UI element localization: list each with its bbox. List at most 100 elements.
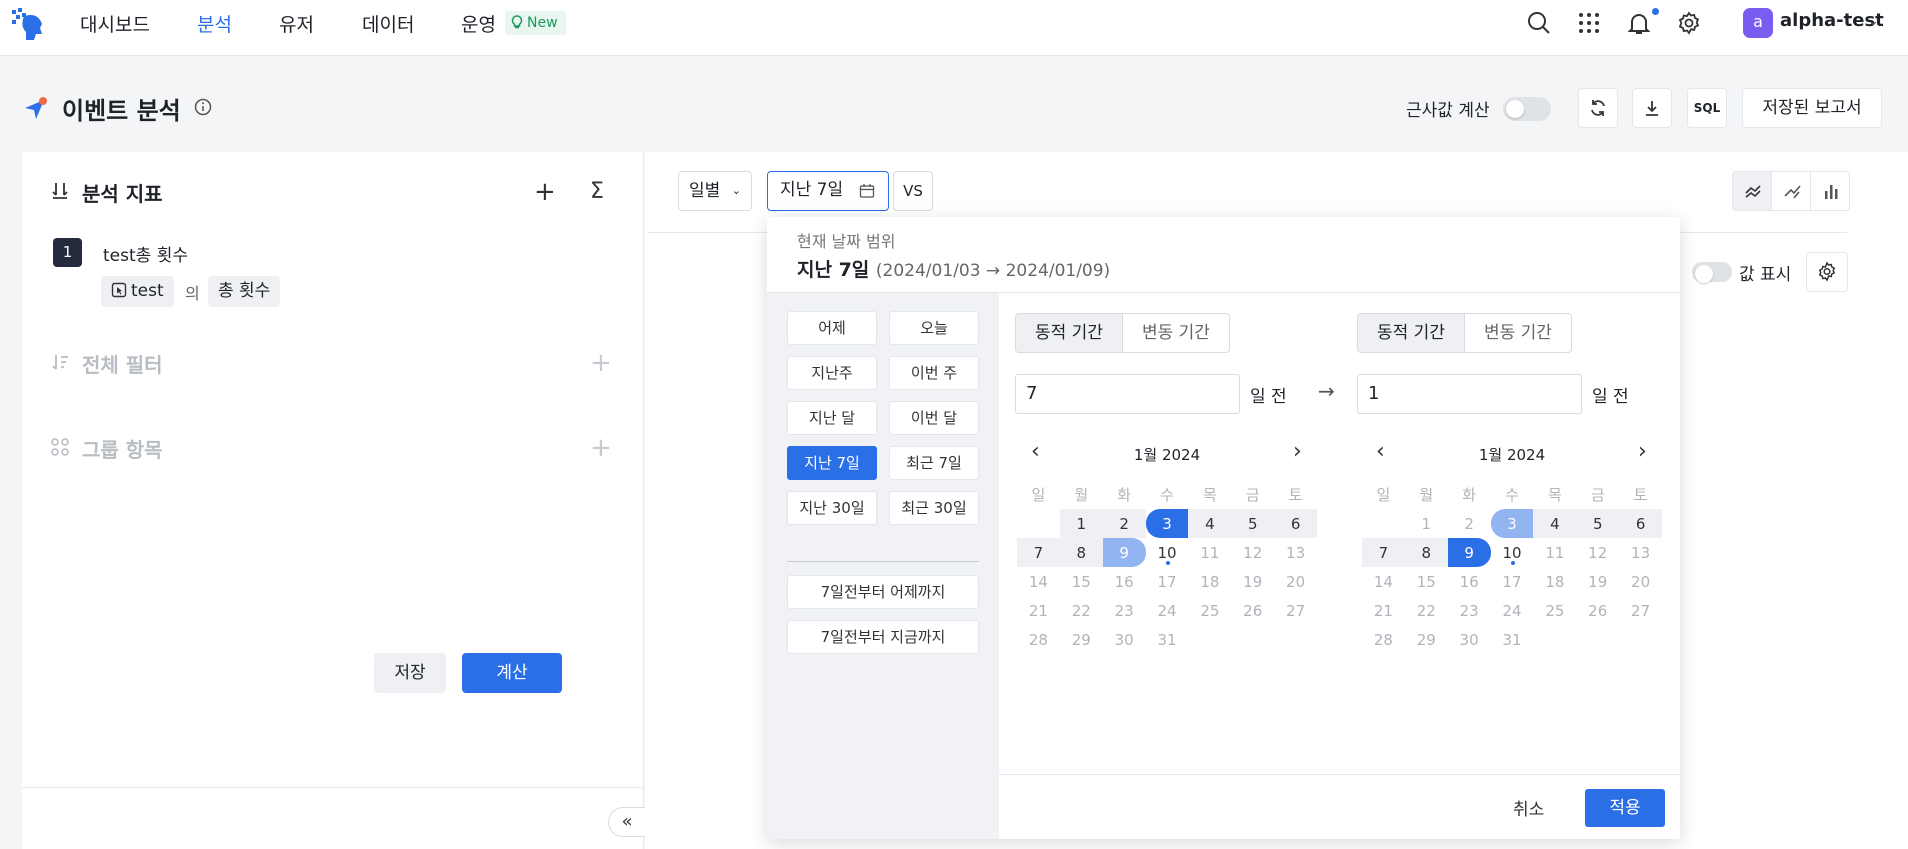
calendar-day[interactable]: 7 — [1362, 538, 1405, 567]
download-button[interactable] — [1632, 88, 1672, 128]
calendar-day[interactable]: 21 — [1362, 596, 1405, 625]
next-month-button[interactable]: › — [1638, 441, 1647, 463]
calendar-day[interactable]: 22 — [1405, 596, 1448, 625]
nav-item-analysis[interactable]: 분석 — [197, 10, 232, 37]
calendar-day[interactable]: 8 — [1059, 538, 1103, 567]
preset-7days-to-yesterday[interactable]: 7일전부터 어제까지 — [787, 575, 979, 609]
calendar-day[interactable]: 10 — [1146, 538, 1189, 567]
calendar-day[interactable]: 31 — [1491, 625, 1534, 654]
calendar-day[interactable]: 28 — [1362, 625, 1405, 654]
trend-chart-button[interactable] — [1771, 171, 1811, 211]
calendar-day[interactable]: 18 — [1533, 567, 1576, 596]
line-chart-button[interactable] — [1732, 171, 1772, 211]
preset-button[interactable]: 오늘 — [889, 311, 979, 345]
calendar-day[interactable]: 3 — [1490, 509, 1534, 538]
calendar-day[interactable]: 7 — [1017, 538, 1060, 567]
start-fixed-period-tab[interactable]: 변동 기간 — [1121, 314, 1229, 352]
cancel-button[interactable]: 취소 — [1513, 792, 1544, 828]
calendar-day[interactable]: 21 — [1017, 596, 1060, 625]
nav-item-dashboard[interactable]: 대시보드 — [80, 10, 150, 37]
calendar-day[interactable]: 15 — [1405, 567, 1448, 596]
calendar-day[interactable]: 11 — [1533, 538, 1576, 567]
chevron-down-icon[interactable]: ⌄ — [1868, 14, 1879, 29]
calendar-day[interactable]: 29 — [1060, 625, 1103, 654]
preset-button[interactable]: 지난 30일 — [787, 491, 877, 525]
start-days-input[interactable]: 7 — [1015, 374, 1240, 414]
calendar-day[interactable]: 3 — [1145, 509, 1189, 538]
calendar-day[interactable]: 26 — [1231, 596, 1274, 625]
calendar-day[interactable]: 1 — [1405, 509, 1448, 538]
calendar-day[interactable]: 20 — [1274, 567, 1317, 596]
calendar-day[interactable]: 13 — [1619, 538, 1662, 567]
calendar-day[interactable]: 13 — [1274, 538, 1317, 567]
saved-reports-button[interactable]: 저장된 보고서 — [1742, 88, 1882, 128]
event-chip[interactable]: test — [101, 276, 174, 307]
calendar-day[interactable]: 18 — [1188, 567, 1231, 596]
calendar-day[interactable]: 20 — [1619, 567, 1662, 596]
calendar-day[interactable]: 12 — [1576, 538, 1619, 567]
calendar-day[interactable]: 24 — [1146, 596, 1189, 625]
calendar-day[interactable]: 5 — [1576, 509, 1620, 538]
calendar-day[interactable]: 14 — [1362, 567, 1405, 596]
calendar-day[interactable]: 24 — [1491, 596, 1534, 625]
calendar-day[interactable]: 4 — [1188, 509, 1232, 538]
preset-button[interactable]: 최근 7일 — [889, 446, 979, 480]
preset-button[interactable]: 이번 달 — [889, 401, 979, 435]
calendar-day[interactable]: 16 — [1448, 567, 1491, 596]
apps-grid-icon[interactable] — [1576, 10, 1602, 36]
avatar[interactable]: a — [1743, 8, 1773, 38]
add-group-button[interactable]: + — [590, 435, 612, 461]
end-fixed-period-tab[interactable]: 변동 기간 — [1463, 314, 1571, 352]
calendar-day[interactable]: 17 — [1146, 567, 1189, 596]
calendar-day[interactable]: 2 — [1102, 509, 1146, 538]
calculate-button[interactable]: 계산 — [462, 653, 562, 693]
calendar-day[interactable]: 4 — [1533, 509, 1577, 538]
calendar-day[interactable]: 8 — [1404, 538, 1448, 567]
time-unit-select[interactable]: 일별 ⌄ — [678, 171, 752, 211]
nav-item-operations[interactable]: 운영 — [461, 10, 496, 37]
calendar-day[interactable]: 25 — [1188, 596, 1231, 625]
refresh-button[interactable] — [1578, 88, 1618, 128]
calendar-day[interactable]: 30 — [1103, 625, 1146, 654]
calendar-day[interactable]: 19 — [1231, 567, 1274, 596]
calendar-day[interactable]: 31 — [1146, 625, 1189, 654]
calendar-day[interactable]: 12 — [1231, 538, 1274, 567]
value-display-toggle[interactable] — [1692, 262, 1732, 283]
preset-7days-to-now[interactable]: 7일전부터 지금까지 — [787, 620, 979, 654]
preset-button[interactable]: 이번 주 — [889, 356, 979, 390]
sigma-formula-button[interactable]: Σ — [590, 179, 604, 205]
calendar-day[interactable]: 28 — [1017, 625, 1060, 654]
add-metric-button[interactable]: + — [534, 179, 556, 205]
preset-button[interactable]: 지난 7일 — [787, 446, 877, 480]
calendar-day[interactable]: 5 — [1231, 509, 1275, 538]
end-days-input[interactable]: 1 — [1357, 374, 1582, 414]
measure-chip[interactable]: 총 횟수 — [208, 276, 281, 307]
approx-calc-toggle[interactable] — [1503, 97, 1551, 121]
calendar-day[interactable]: 29 — [1405, 625, 1448, 654]
calendar-day[interactable]: 11 — [1188, 538, 1231, 567]
calendar-day[interactable]: 10 — [1491, 538, 1534, 567]
sql-button[interactable]: SQL — [1687, 88, 1727, 128]
calendar-day[interactable]: 2 — [1448, 509, 1491, 538]
preset-button[interactable]: 어제 — [787, 311, 877, 345]
preset-button[interactable]: 지난주 — [787, 356, 877, 390]
end-dynamic-period-tab[interactable]: 동적 기간 — [1358, 314, 1464, 352]
start-dynamic-period-tab[interactable]: 동적 기간 — [1016, 314, 1122, 352]
calendar-day[interactable]: 6 — [1619, 509, 1663, 538]
calendar-day[interactable]: 30 — [1448, 625, 1491, 654]
collapse-panel-button[interactable]: « — [608, 807, 646, 837]
calendar-day[interactable]: 22 — [1060, 596, 1103, 625]
search-icon[interactable] — [1526, 10, 1552, 36]
apply-button[interactable]: 적용 — [1585, 789, 1665, 827]
add-filter-button[interactable]: + — [590, 350, 612, 376]
info-icon[interactable] — [194, 98, 212, 116]
calendar-day[interactable]: 1 — [1059, 509, 1103, 538]
calendar-day[interactable]: 15 — [1060, 567, 1103, 596]
calendar-day[interactable]: 19 — [1576, 567, 1619, 596]
bell-icon[interactable] — [1626, 10, 1652, 36]
save-button[interactable]: 저장 — [374, 653, 446, 693]
calendar-day[interactable]: 17 — [1491, 567, 1534, 596]
calendar-day[interactable]: 27 — [1619, 596, 1662, 625]
calendar-day[interactable]: 9 — [1447, 538, 1491, 567]
next-month-button[interactable]: › — [1293, 441, 1302, 463]
